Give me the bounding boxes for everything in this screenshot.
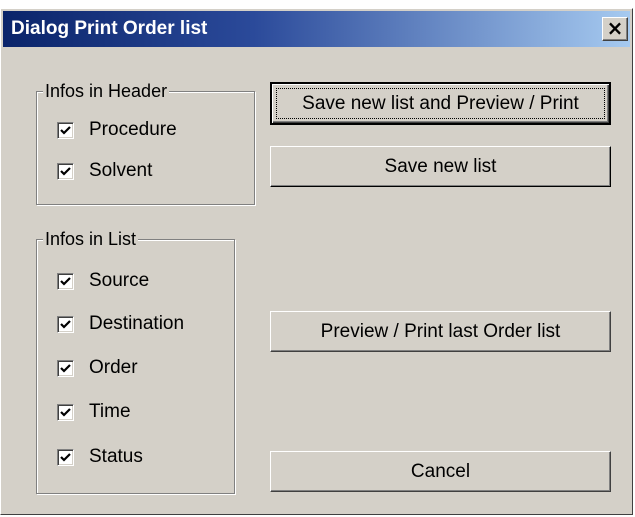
checkbox-destination[interactable]: Destination [57,312,184,336]
checkbox-procedure[interactable]: Procedure [57,118,177,142]
time-label: Time [89,401,131,422]
close-button[interactable]: × [602,17,628,41]
window-title: Dialog Print Order list [11,18,208,39]
header-infos-legend: Infos in Header [43,80,170,102]
save-new-list-label: Save new list [384,155,497,177]
preview-print-last-label: Preview / Print last Order list [320,320,561,342]
checkbox-solvent[interactable]: Solvent [57,159,152,183]
save-new-list-button[interactable]: Save new list [270,146,611,187]
list-infos-legend: Infos in List [43,228,139,250]
source-checkbox[interactable] [57,272,74,290]
cancel-label: Cancel [410,460,471,482]
procedure-checkbox[interactable] [57,121,74,139]
list-infos-group: Infos in List Source Destination Order T… [36,228,235,494]
checkmark-icon [60,319,71,329]
status-checkbox[interactable] [57,448,74,466]
destination-label: Destination [89,313,185,334]
save-preview-print-button[interactable]: Save new list and Preview / Print [270,82,611,125]
destination-checkbox[interactable] [57,315,74,333]
dialog-window: Dialog Print Order list × Infos in Heade… [0,8,633,515]
checkmark-icon [60,452,71,462]
preview-print-last-button[interactable]: Preview / Print last Order list [270,311,611,352]
checkmark-icon [60,125,71,135]
checkmark-icon [60,276,71,286]
close-icon: × [606,16,624,40]
cancel-button[interactable]: Cancel [270,451,611,492]
checkbox-source[interactable]: Source [57,269,149,293]
title-bar[interactable]: Dialog Print Order list × [3,11,630,47]
solvent-checkbox[interactable] [57,162,74,180]
time-checkbox[interactable] [57,403,74,421]
status-label: Status [89,446,143,467]
checkmark-icon [60,166,71,176]
checkbox-order[interactable]: Order [57,356,138,380]
checkmark-icon [60,363,71,373]
source-label: Source [89,270,150,291]
procedure-label: Procedure [89,119,177,140]
solvent-label: Solvent [89,160,153,181]
order-checkbox[interactable] [57,359,74,377]
checkmark-icon [60,407,71,417]
checkbox-status[interactable]: Status [57,445,143,469]
header-infos-group: Infos in Header Procedure Solvent [36,80,255,205]
checkbox-time[interactable]: Time [57,400,131,424]
order-label: Order [89,357,138,378]
save-preview-print-label: Save new list and Preview / Print [302,92,579,114]
